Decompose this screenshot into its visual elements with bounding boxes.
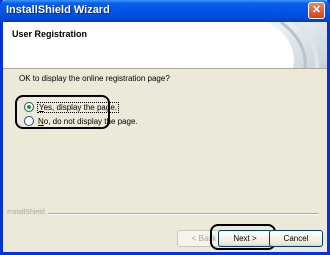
wizard-header: User Registration <box>3 22 327 69</box>
wizard-header-graphic <box>267 22 327 68</box>
option-no-label: No, do not display the page. <box>38 116 138 126</box>
wizard-body: OK to display the online registration pa… <box>3 69 327 244</box>
option-yes-label: Yes, display the page. <box>37 101 119 113</box>
option-yes[interactable]: Yes, display the page. <box>24 101 119 113</box>
page-title: User Registration <box>12 29 88 39</box>
installer-window: InstallShield Wizard ✕ User Registration… <box>0 0 330 255</box>
window-title: InstallShield Wizard <box>6 4 110 16</box>
close-icon[interactable]: ✕ <box>308 2 325 19</box>
radio-yes[interactable] <box>24 102 34 112</box>
question-text: OK to display the online registration pa… <box>19 74 170 83</box>
next-highlight <box>210 224 276 250</box>
option-no[interactable]: No, do not display the page. <box>24 116 138 126</box>
radio-no[interactable] <box>24 116 34 126</box>
cancel-button[interactable]: Cancel <box>269 230 323 247</box>
brand-divider <box>45 213 318 215</box>
brand-label: InstallShield <box>7 209 48 216</box>
title-bar[interactable]: InstallShield Wizard ✕ <box>0 0 330 22</box>
